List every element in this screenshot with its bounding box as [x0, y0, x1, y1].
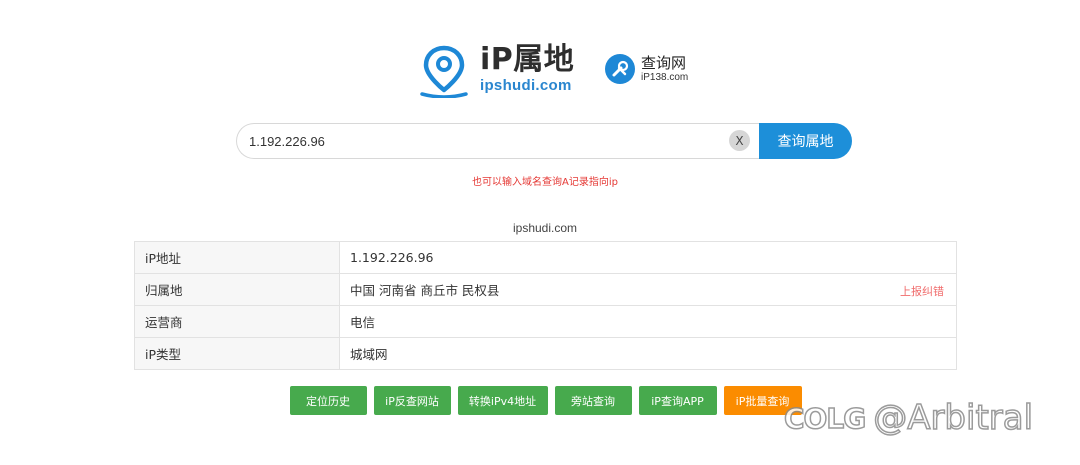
watermark-text: @Arbitral [872, 397, 1034, 439]
watermark: COLG @Arbitral [783, 397, 1034, 439]
row-label: iP地址 [134, 241, 340, 274]
table-row: iP类型 城域网 [134, 337, 957, 370]
reverse-lookup-button[interactable]: iP反查网站 [373, 386, 451, 415]
row-label: 运营商 [134, 305, 340, 338]
table-row: iP地址 1.192.226.96 [134, 241, 957, 274]
brand-domain: ipshudi.com [480, 77, 572, 94]
brand-logo[interactable]: iP属地 ipshudi.com [418, 44, 574, 98]
report-error-link[interactable]: 上报纠错 [900, 283, 944, 299]
search-button[interactable]: 查询属地 [759, 123, 852, 159]
result-domain: ipshudi.com [512, 221, 578, 235]
brand-title: iP属地 [480, 42, 575, 77]
wrench-tools-icon [605, 54, 635, 84]
row-value: 1.192.226.96 [339, 241, 957, 274]
search-hint: 也可以输入域名查询A记录指向ip [472, 177, 618, 188]
row-value: 城域网 [339, 337, 957, 370]
row-label: iP类型 [134, 337, 340, 370]
partner-domain: iP138.com [641, 71, 689, 83]
partner-name: 查询网 [641, 53, 687, 72]
location-pin-icon [420, 45, 468, 98]
ip-info-table: iP地址 1.192.226.96 归属地 中国 河南省 商丘市 民权县 上报纠… [134, 241, 957, 370]
sibling-site-button[interactable]: 旁站查询 [554, 386, 632, 415]
location-history-button[interactable]: 定位历史 [289, 386, 367, 415]
search-input[interactable] [236, 123, 759, 159]
row-value-location: 中国 河南省 商丘市 民权县 上报纠错 [339, 273, 957, 306]
table-row: 运营商 电信 [134, 305, 957, 338]
ip-app-button[interactable]: iP查询APP [638, 386, 717, 415]
table-row: 归属地 中国 河南省 商丘市 民权县 上报纠错 [134, 273, 957, 306]
location-text: 中国 河南省 商丘市 民权县 [350, 283, 500, 298]
row-value: 电信 [339, 305, 957, 338]
search-box: X 查询属地 [236, 123, 852, 159]
row-label: 归属地 [134, 273, 340, 306]
partner-logo[interactable]: 查询网 iP138.com [605, 54, 688, 84]
watermark-logo: COLG [783, 401, 867, 436]
convert-ipv4-button[interactable]: 转换iPv4地址 [457, 386, 548, 415]
clear-button[interactable]: X [729, 130, 750, 151]
